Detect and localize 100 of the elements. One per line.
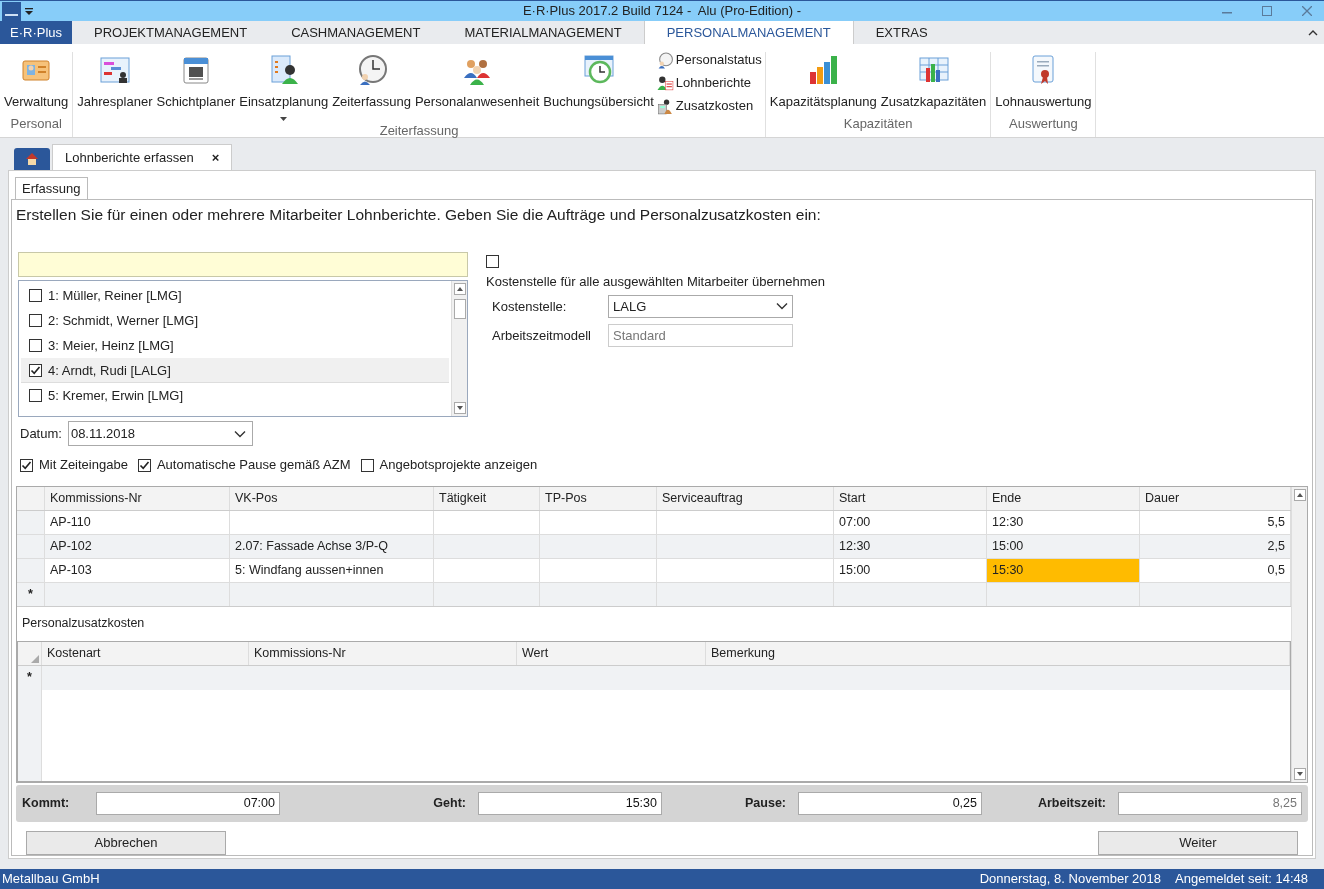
ribbon-button[interactable]: Lohnberichte	[656, 72, 762, 95]
column-header[interactable]: VK-Pos	[230, 486, 434, 510]
clock-person-icon	[656, 51, 674, 69]
cancel-button[interactable]: Abbrechen	[26, 830, 226, 855]
ribbon-button[interactable]: Jahresplaner	[76, 52, 154, 121]
scroll-thumb[interactable]	[453, 299, 466, 320]
checkbox[interactable]	[29, 389, 42, 403]
table-cell: AP-110	[45, 510, 230, 534]
column-header[interactable]: Serviceauftrag	[657, 486, 834, 510]
section-title: Personalzusatzkosten	[21, 614, 146, 632]
table-row[interactable]: AP-110 07:00 12:30 5,5	[17, 510, 1291, 535]
next-button[interactable]: Weiter	[1098, 830, 1298, 855]
total-field[interactable]: 15:30	[478, 791, 662, 815]
checkbox[interactable]	[20, 458, 33, 472]
ribbon-button[interactable]: Zusatzkosten	[656, 95, 762, 118]
total-label: Kommt:	[22, 795, 71, 812]
checkbox[interactable]	[29, 289, 42, 303]
column-header[interactable]: Tätigkeit	[434, 486, 540, 510]
field-label: Arbeitszeitmodell	[492, 326, 592, 345]
search-field[interactable]	[18, 252, 468, 278]
chevron-down-icon	[776, 302, 788, 311]
column-header[interactable]: TP-Pos	[540, 486, 657, 510]
employee-item[interactable]: 4: Arndt, Rudi [LALG]	[21, 358, 449, 384]
cost-center-dropdown[interactable]: LALG	[608, 294, 793, 318]
checkbox-label: Mit Zeiteingabe	[39, 456, 128, 475]
employee-name: 2: Schmidt, Werner [LMG]	[48, 312, 199, 331]
column-header[interactable]: Kommissions-Nr	[45, 486, 230, 510]
ribbon-tab[interactable]: EXTRAS	[853, 21, 950, 45]
column-header[interactable]: Bemerkung	[706, 641, 1290, 665]
ribbon-button[interactable]: Personalanwesenheit	[413, 52, 541, 121]
chevron-down-icon	[233, 429, 246, 438]
checkbox-label: Angebotsprojekte anzeigen	[379, 456, 538, 475]
employee-item[interactable]: 5: Kremer, Erwin [LMG]	[21, 383, 449, 409]
total-field[interactable]: 0,25	[798, 791, 982, 815]
new-row[interactable]: *	[18, 665, 1290, 690]
ribbon-button[interactable]: Buchungsübersicht	[542, 52, 655, 121]
work-time-model-field[interactable]: Standard	[608, 323, 793, 347]
employee-name: 5: Kremer, Erwin [LMG]	[48, 387, 184, 406]
ribbon-button[interactable]: Personalstatus	[656, 49, 762, 72]
total-field: 8,25	[1118, 791, 1302, 815]
scrollbar[interactable]	[1291, 486, 1307, 782]
quick-access-menu-icon[interactable]	[24, 6, 34, 17]
scroll-up-icon[interactable]	[1293, 488, 1306, 501]
status-date: Donnerstag, 8. November 2018	[979, 870, 1161, 889]
scrollbar[interactable]	[451, 281, 467, 417]
column-header[interactable]: Wert	[517, 641, 706, 665]
employee-name: 1: Müller, Reiner [LMG]	[48, 287, 182, 306]
app-menu-button[interactable]: E·R·Plus	[0, 21, 72, 45]
column-header[interactable]: Kommissions-Nr	[249, 641, 517, 665]
ribbon-group-label: Personal	[9, 114, 63, 133]
column-header[interactable]: Ende	[987, 486, 1140, 510]
total-field[interactable]: 07:00	[96, 791, 280, 815]
ribbon-button[interactable]: Schichtplaner	[155, 52, 237, 121]
total-label: Pause:	[744, 795, 787, 812]
employee-item[interactable]: 2: Schmidt, Werner [LMG]	[21, 308, 449, 334]
ribbon-button[interactable]: Zeiterfassung	[331, 52, 412, 121]
maximize-icon[interactable]	[1262, 6, 1272, 17]
close-icon[interactable]	[1302, 6, 1312, 17]
scroll-down-icon[interactable]	[1293, 767, 1306, 780]
window-title: E·R·Plus 2017.2 Build 7124 - Alu (Pro-Edition) -	[522, 2, 802, 21]
checkbox-label: Kostenstelle für alle ausgewählten Mitarbeiter übernehmen	[486, 273, 825, 292]
column-header[interactable]: Kostenart	[42, 641, 249, 665]
home-tab[interactable]	[14, 148, 50, 171]
checkbox[interactable]	[29, 363, 42, 377]
new-row[interactable]: *	[17, 582, 1291, 607]
employee-item[interactable]: 1: Müller, Reiner [LMG]	[21, 283, 449, 309]
scroll-down-icon[interactable]	[453, 402, 466, 415]
ribbon-button[interactable]: Verwaltung	[3, 52, 70, 114]
ribbon-button[interactable]: Kapazitätsplanung	[768, 52, 878, 114]
date-picker[interactable]: 08.11.2018	[67, 421, 253, 447]
table-row[interactable]: AP-103 5: Windfang aussen+innen 15:00 15:30 0,5	[17, 558, 1291, 583]
table-cell: 5: Windfang aussen+innen	[230, 558, 434, 582]
checkbox[interactable]	[29, 339, 42, 353]
person-calculator-icon	[656, 97, 674, 115]
ribbon-tab[interactable]: PERSONALMANAGEMENT	[643, 21, 854, 45]
checkbox[interactable]	[29, 314, 42, 328]
scroll-up-icon[interactable]	[453, 283, 466, 296]
tab-label: Lohnberichte erfassen	[65, 148, 194, 167]
checkbox[interactable]	[486, 255, 499, 269]
ribbon-button[interactable]: Zusatzkapazitäten	[879, 52, 988, 114]
employee-item[interactable]: 3: Meier, Heinz [LMG]	[21, 333, 449, 359]
table-cell: 07:00	[834, 510, 987, 534]
field-label: Kostenstelle:	[492, 297, 568, 316]
collapse-ribbon-icon[interactable]	[1308, 28, 1318, 37]
table-cell: AP-102	[45, 534, 230, 558]
column-header[interactable]: Start	[834, 486, 987, 510]
checkbox[interactable]	[137, 458, 151, 472]
ribbon-tab[interactable]: CASHMANAGEMENT	[269, 21, 443, 45]
close-tab-button[interactable]: ×	[211, 147, 220, 168]
ribbon-button[interactable]: Lohnauswertung	[994, 52, 1093, 114]
dropdown-caret-icon	[280, 116, 288, 121]
checkbox[interactable]	[360, 458, 374, 472]
ribbon-group-label: Kapazitäten	[842, 114, 914, 133]
ribbon-tab[interactable]: PROJEKTMANAGEMENT	[72, 21, 270, 45]
employee-name: 4: Arndt, Rudi [LALG]	[48, 361, 171, 380]
document-tab[interactable]: Lohnberichte erfassen ×	[52, 144, 233, 171]
ribbon-button[interactable]: Einsatzplanung	[238, 52, 330, 121]
ribbon-tab[interactable]: MATERIALMANAGEMENT	[442, 21, 644, 45]
table-row[interactable]: AP-102 2.07: Fassade Achse 3/P-Q 12:30 15:00 2,5	[17, 534, 1291, 559]
sub-tab[interactable]: Erfassung	[15, 177, 88, 200]
